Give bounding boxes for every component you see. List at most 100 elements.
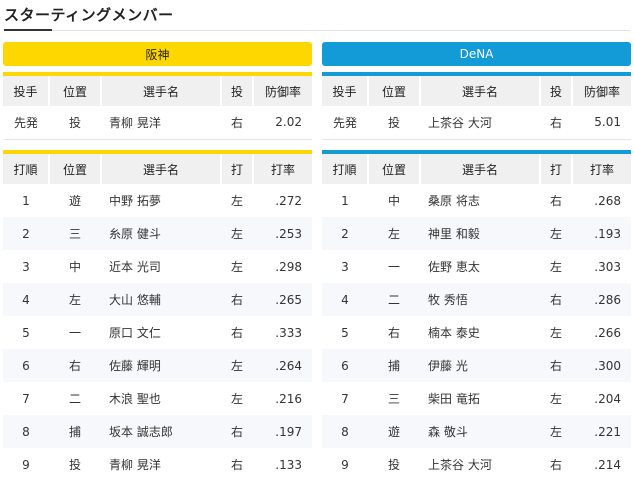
player-name: 糸原 健斗 — [101, 217, 221, 250]
team-banner-dena: DeNA — [322, 42, 631, 66]
header-bats: 打 — [220, 154, 253, 184]
player-average: .197 — [253, 415, 312, 448]
player-position: 右 — [49, 349, 101, 382]
player-bats: 左 — [221, 217, 253, 250]
header-player-name: 選手名 — [419, 154, 540, 184]
player-average: .286 — [572, 283, 631, 316]
player-position: 二 — [68, 392, 81, 406]
batting-order: 5 — [341, 325, 349, 340]
player-position: 捕 — [368, 349, 420, 382]
player-bats: 左 — [230, 194, 243, 208]
lineup-table-dena: 打順 位置 選手名 打 打率 1 中桑原 将志右 .268 2 左神里 和毅左 .193… — [322, 150, 631, 481]
batting-order: 6 — [3, 349, 49, 382]
pitcher-row: 先発 投 上茶谷 大河 右 5.01 — [322, 106, 631, 140]
player-name: 佐藤 輝明 — [101, 349, 221, 382]
batting-order: 1 — [341, 193, 349, 208]
batting-order: 4 — [322, 283, 368, 316]
table-row: 8 捕坂本 誠志郎右 .197 — [3, 415, 312, 448]
player-position: 左 — [368, 217, 420, 250]
player-name: 坂本 誠志郎 — [101, 415, 221, 448]
header-throws: 投 — [539, 76, 572, 106]
player-bats: 左 — [549, 392, 562, 406]
player-bats: 右 — [230, 458, 243, 472]
player-position: 捕 — [49, 415, 101, 448]
player-average: .264 — [253, 349, 312, 382]
team-column-hanshin: 阪神 — [3, 42, 312, 66]
player-name: 青柳 晃洋 — [109, 458, 161, 472]
player-average: .214 — [594, 457, 621, 472]
pitcher-throws: 右 — [540, 106, 572, 140]
header-player-name: 選手名 — [100, 154, 221, 184]
player-name: 原口 文仁 — [109, 326, 161, 340]
page-title: スターティングメンバー — [4, 6, 174, 24]
table-row: 1 遊 中野 拓夢 左 .272 — [3, 184, 312, 217]
player-average: .265 — [253, 283, 312, 316]
player-bats: 右 — [540, 283, 572, 316]
player-position: 三 — [49, 217, 101, 250]
header-batting-average: 打率 — [571, 154, 631, 184]
batting-order: 3 — [341, 259, 349, 274]
batting-order: 6 — [322, 349, 368, 382]
player-average: .193 — [572, 217, 631, 250]
table-row: 3 中 近本 光司 左 .298 — [3, 250, 312, 283]
table-row: 8遊森 敬斗左 .221 — [322, 415, 631, 448]
player-bats: 右 — [221, 283, 253, 316]
player-position: 左 — [49, 283, 101, 316]
player-bats: 右 — [221, 415, 253, 448]
player-average: .268 — [594, 193, 621, 208]
player-average: .133 — [275, 457, 302, 472]
team-banner-hanshin: 阪神 — [3, 42, 312, 66]
player-average: .333 — [275, 325, 302, 340]
batting-order: 9 — [22, 457, 30, 472]
batting-order: 8 — [3, 415, 49, 448]
player-position: 遊 — [368, 415, 420, 448]
pitcher-table-hanshin: 投手 位置 選手名 投 防御率 先発 投 青柳 晃洋 右 2.02 — [3, 72, 312, 140]
batting-order: 7 — [22, 391, 30, 406]
title-rule — [4, 30, 630, 31]
player-name: 伊藤 光 — [420, 349, 540, 382]
header-batting-order: 打順 — [3, 154, 49, 184]
table-row: 6 捕伊藤 光右 .300 — [322, 349, 631, 382]
player-name: 木浪 聖也 — [109, 392, 161, 406]
header-position: 位置 — [48, 76, 101, 106]
batting-order: 4 — [3, 283, 49, 316]
player-average: .216 — [275, 391, 302, 406]
player-position: 中 — [387, 194, 400, 208]
header-batting-order: 打順 — [322, 154, 368, 184]
header-player-name: 選手名 — [100, 76, 221, 106]
player-bats: 左 — [230, 392, 243, 406]
batting-order: 7 — [341, 391, 349, 406]
pitcher-name: 上茶谷 大河 — [420, 106, 540, 140]
pitcher-role: 先発 — [322, 106, 368, 140]
pitcher-row: 先発 投 青柳 晃洋 右 2.02 — [3, 106, 312, 140]
player-bats: 左 — [540, 415, 572, 448]
player-position: 投 — [387, 458, 400, 472]
player-name: 上茶谷 大河 — [428, 458, 492, 472]
header-era: 防御率 — [252, 76, 312, 106]
pitcher-position: 投 — [49, 106, 101, 140]
player-name: 中野 拓夢 — [109, 194, 161, 208]
table-row: 9 投 上茶谷 大河 右 .214 — [322, 448, 631, 481]
player-name: 佐野 恵太 — [428, 260, 480, 274]
batting-order: 2 — [322, 217, 368, 250]
player-position: 一 — [68, 326, 81, 340]
player-average: .253 — [253, 217, 312, 250]
pitcher-era: 5.01 — [572, 106, 631, 140]
header-pitcher: 投手 — [322, 76, 368, 106]
header-player-name: 選手名 — [419, 76, 540, 106]
header-batting-average: 打率 — [252, 154, 312, 184]
player-bats: 左 — [549, 260, 562, 274]
player-average: .300 — [572, 349, 631, 382]
player-average: .303 — [594, 259, 621, 274]
player-name: 大山 悠輔 — [101, 283, 221, 316]
player-bats: 左 — [549, 326, 562, 340]
player-bats: 左 — [540, 217, 572, 250]
player-average: .266 — [594, 325, 621, 340]
player-bats: 左 — [230, 260, 243, 274]
player-position: 一 — [387, 260, 400, 274]
table-row: 7 三 柴田 竜拓 左 .204 — [322, 382, 631, 415]
player-position: 中 — [68, 260, 81, 274]
table-row: 6 右佐藤 輝明左 .264 — [3, 349, 312, 382]
batting-order: 1 — [22, 193, 30, 208]
title-underline — [4, 29, 52, 31]
